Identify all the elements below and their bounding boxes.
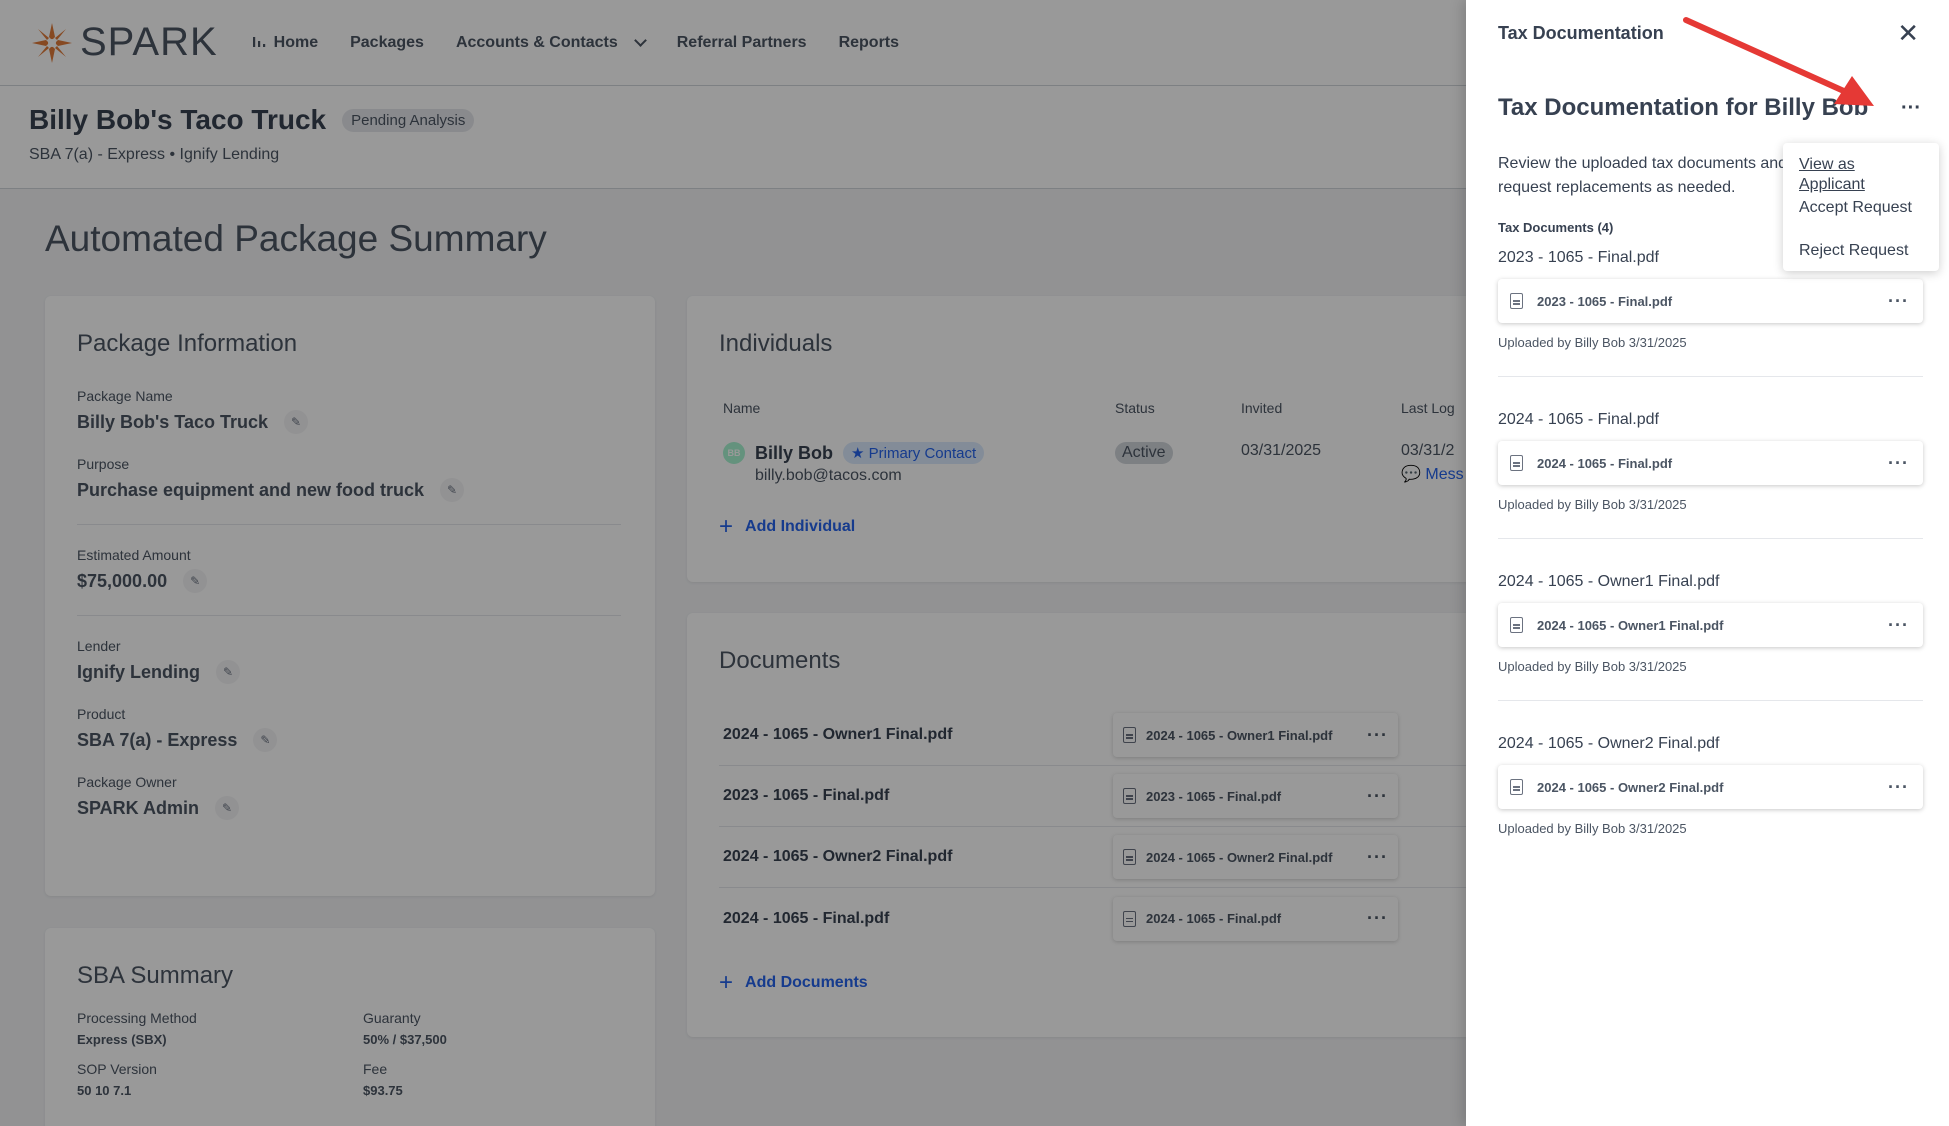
view-as-applicant-menu-item[interactable]: View as Applicant [1799, 155, 1923, 198]
tax-document-item: 2024 - 1065 - Owner2 Final.pdf 2024 - 10… [1498, 701, 1923, 862]
close-icon[interactable]: ✕ [1897, 20, 1919, 46]
tax-document-file-chip[interactable]: 2024 - 1065 - Final.pdf ··· [1498, 441, 1923, 485]
file-icon [1510, 779, 1523, 795]
more-options-icon[interactable]: ··· [1888, 291, 1909, 312]
tax-document-file-chip[interactable]: 2024 - 1065 - Owner1 Final.pdf ··· [1498, 603, 1923, 647]
file-name: 2024 - 1065 - Owner1 Final.pdf [1537, 617, 1724, 633]
file-icon [1510, 293, 1523, 309]
tax-document-item: 2024 - 1065 - Owner1 Final.pdf 2024 - 10… [1498, 539, 1923, 701]
uploaded-by: Uploaded by Billy Bob 3/31/2025 [1498, 659, 1687, 674]
reject-request-menu-item[interactable]: Reject Request [1799, 241, 1923, 284]
tax-document-item: 2024 - 1065 - Final.pdf 2024 - 1065 - Fi… [1498, 377, 1923, 539]
uploaded-by: Uploaded by Billy Bob 3/31/2025 [1498, 497, 1687, 512]
panel-options-menu: View as Applicant Accept Request Reject … [1783, 143, 1939, 271]
file-name: 2024 - 1065 - Final.pdf [1537, 455, 1673, 471]
annotation-arrow-icon [1683, 17, 1874, 106]
tax-document-file-chip[interactable]: 2024 - 1065 - Owner2 Final.pdf ··· [1498, 765, 1923, 809]
panel-header-title: Tax Documentation [1498, 22, 1664, 43]
panel-description: Review the uploaded tax documents and re… [1498, 155, 1788, 196]
more-options-icon[interactable]: ··· [1888, 615, 1909, 636]
more-options-icon[interactable]: ··· [1888, 453, 1909, 474]
tax-document-name: 2024 - 1065 - Owner2 Final.pdf [1498, 735, 1720, 752]
file-name: 2023 - 1065 - Final.pdf [1537, 293, 1673, 309]
uploaded-by: Uploaded by Billy Bob 3/31/2025 [1498, 821, 1687, 836]
file-name: 2024 - 1065 - Owner2 Final.pdf [1537, 779, 1724, 795]
more-options-icon[interactable]: ··· [1888, 777, 1909, 798]
modal-backdrop[interactable] [0, 0, 1466, 1126]
tax-document-name: 2024 - 1065 - Owner1 Final.pdf [1498, 573, 1720, 590]
more-options-icon[interactable]: ··· [1901, 97, 1921, 120]
accept-request-menu-item[interactable]: Accept Request [1799, 198, 1923, 241]
tax-document-file-chip[interactable]: 2023 - 1065 - Final.pdf ··· [1498, 279, 1923, 323]
file-icon [1510, 455, 1523, 471]
file-icon [1510, 617, 1523, 633]
uploaded-by: Uploaded by Billy Bob 3/31/2025 [1498, 335, 1687, 350]
tax-document-name: 2024 - 1065 - Final.pdf [1498, 411, 1659, 428]
